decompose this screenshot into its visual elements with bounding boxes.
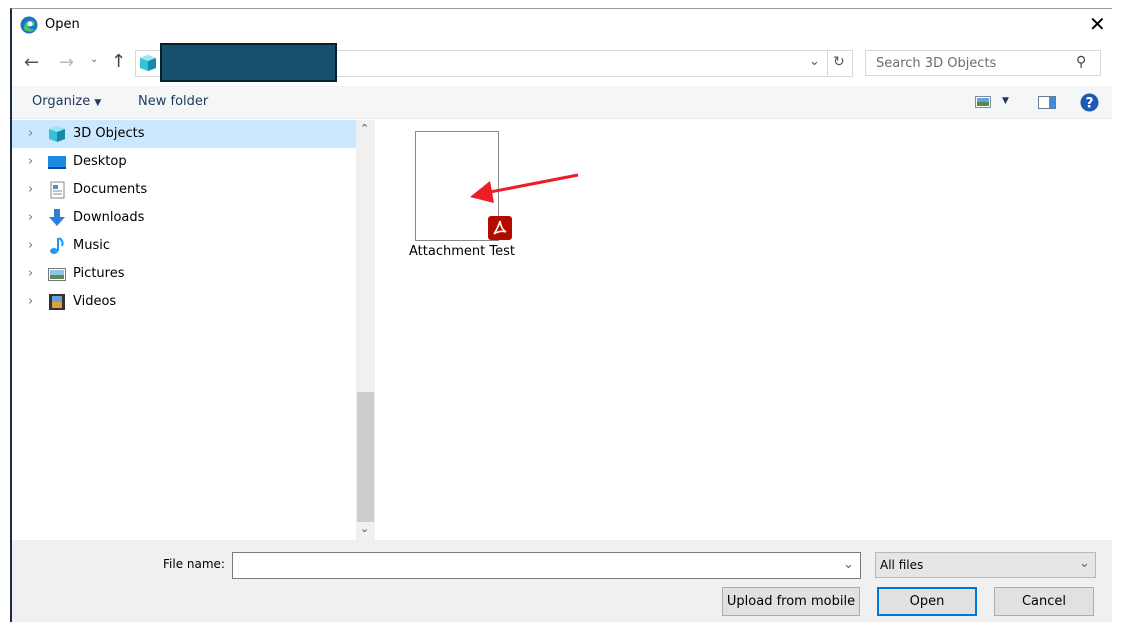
sidebar-item-label: Videos [73,294,117,309]
search-input[interactable]: Search 3D Objects ⚲ [865,50,1101,76]
sidebar-item-desktop[interactable]: › Desktop [12,148,356,176]
downloads-icon [49,209,65,226]
redacted-path [160,43,337,82]
new-folder-button[interactable]: New folder [138,94,208,109]
file-name-input[interactable]: ⌄ [232,552,861,579]
help-icon[interactable]: ? [1080,93,1099,112]
pictures-icon [48,268,66,281]
chevron-right-icon[interactable]: › [28,210,33,225]
3d-objects-icon [140,55,156,71]
search-placeholder: Search 3D Objects [876,56,997,71]
pdf-icon [488,216,512,240]
search-icon: ⚲ [1076,54,1087,70]
sidebar-item-label: Pictures [73,266,125,281]
desktop-icon [48,156,66,169]
file-name: Attachment Test [409,244,515,259]
upload-from-mobile-button[interactable]: Upload from mobile [722,587,860,616]
chevron-down-icon[interactable]: ⌄ [90,54,98,65]
sidebar-item-downloads[interactable]: › Downloads [12,204,356,232]
file-type-select[interactable]: All files ⌄ [875,552,1096,578]
sidebar-item-3d-objects[interactable]: › 3D Objects [12,120,356,148]
edge-browser-icon [20,16,38,34]
chevron-right-icon[interactable]: › [28,182,33,197]
scrollbar-thumb[interactable] [357,392,374,522]
scroll-down-icon[interactable]: ⌄ [360,522,369,535]
sidebar-item-videos[interactable]: › Videos [12,288,356,316]
sidebar-item-label: 3D Objects [73,126,145,141]
sidebar-item-documents[interactable]: › Documents [12,176,356,204]
music-icon [50,237,64,254]
window-title: Open [45,17,80,32]
organize-button[interactable]: Organize ▼ [32,94,101,109]
scroll-up-icon[interactable]: ⌃ [360,122,369,135]
sidebar-item-music[interactable]: › Music [12,232,356,260]
arrow-right-icon[interactable]: → [59,52,74,73]
sidebar-item-pictures[interactable]: › Pictures [12,260,356,288]
documents-icon [50,181,65,199]
sidebar-item-label: Desktop [73,154,127,169]
cancel-button[interactable]: Cancel [994,587,1094,616]
sidebar-item-label: Downloads [73,210,145,225]
svg-text:?: ? [1085,96,1093,112]
view-dropdown-icon[interactable]: ▼ [1002,96,1009,106]
address-dropdown-icon[interactable]: ⌄ [809,54,820,69]
sidebar-item-label: Documents [73,182,148,197]
videos-icon [49,294,65,310]
arrow-up-icon[interactable]: ↑ [111,51,126,72]
chevron-right-icon[interactable]: › [28,266,33,281]
chevron-right-icon[interactable]: › [28,154,33,169]
refresh-icon[interactable]: ↻ [833,54,845,70]
file-name-dropdown-icon[interactable]: ⌄ [843,557,854,572]
organize-label: Organize [32,94,91,109]
file-name-label: File name: [163,557,225,571]
arrow-left-icon[interactable]: ← [24,52,39,73]
preview-pane-icon[interactable] [1038,96,1056,109]
red-arrow-annotation [470,173,579,203]
sidebar-scrollbar[interactable]: ⌃ ⌄ [356,120,375,540]
file-type-value: All files [880,558,924,572]
3d-objects-icon [49,126,65,142]
chevron-right-icon[interactable]: › [28,126,33,141]
sidebar-item-label: Music [73,238,110,253]
chevron-down-icon: ⌄ [1079,556,1090,571]
chevron-right-icon[interactable]: › [28,294,33,309]
chevron-right-icon[interactable]: › [28,238,33,253]
open-button[interactable]: Open [877,587,977,616]
close-icon[interactable]: ✕ [1089,12,1106,36]
view-options-icon[interactable] [975,96,991,108]
